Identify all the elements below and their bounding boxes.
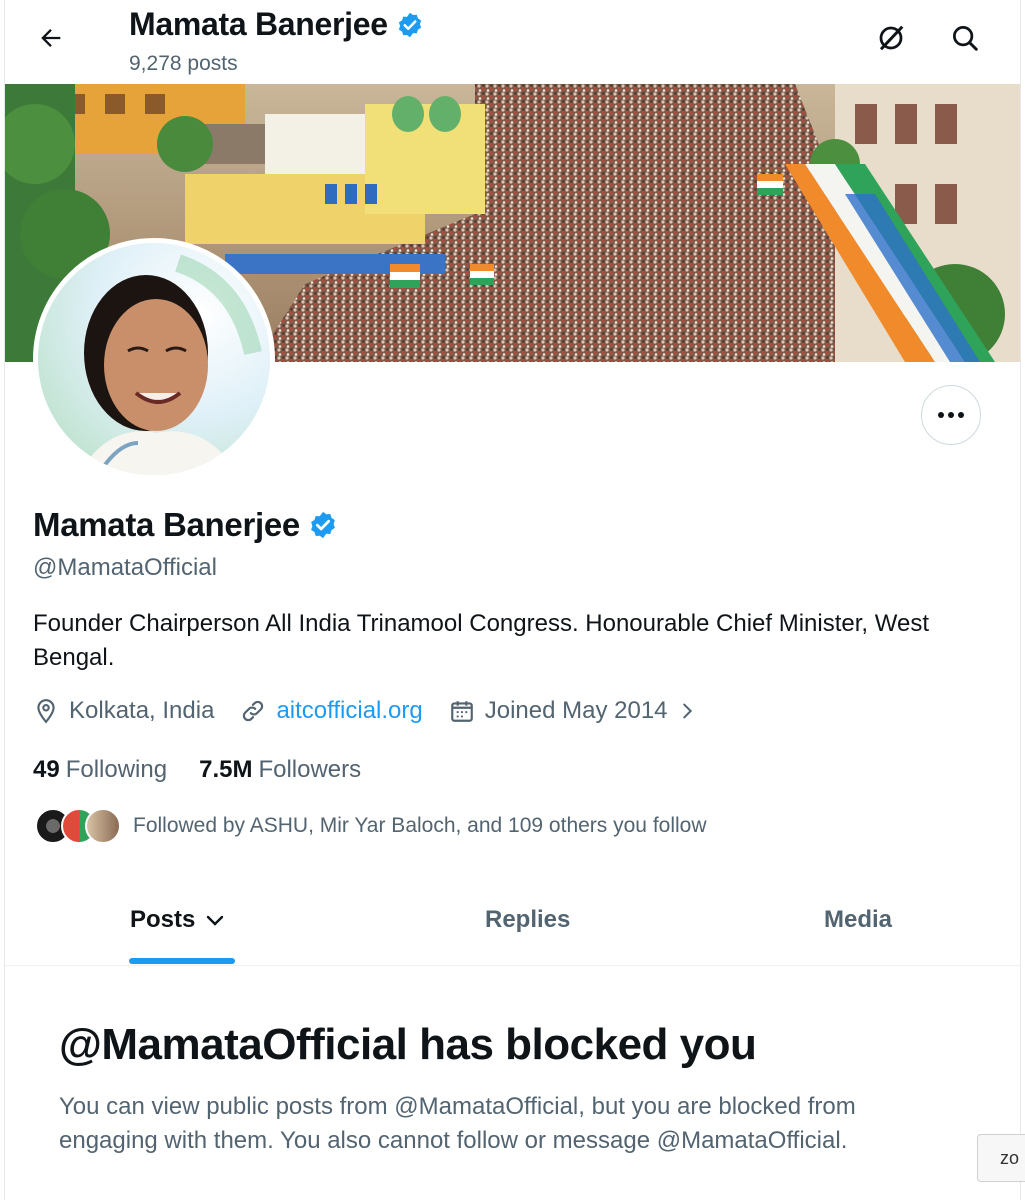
website[interactable]: aitcofficial.org bbox=[240, 697, 423, 725]
calendar-icon bbox=[450, 701, 473, 722]
profile-tabs: Posts Replies Media bbox=[5, 884, 1020, 966]
location-pin-icon bbox=[37, 699, 55, 724]
back-button[interactable] bbox=[31, 18, 71, 58]
verified-badge-icon[interactable] bbox=[308, 510, 338, 540]
followers-count: 7.5M bbox=[199, 756, 253, 783]
profile-page: Mamata Banerjee 9,278 posts Mamata Baner… bbox=[4, 0, 1021, 1200]
followed-by-text: Followed by ASHU, Mir Yar Baloch, and 10… bbox=[133, 814, 707, 837]
blocked-message: You can view public posts from @MamataOf… bbox=[59, 1093, 856, 1154]
verified-badge-icon bbox=[398, 12, 421, 37]
profile-name-text: Mamata Banerjee bbox=[33, 506, 300, 543]
active-tab-indicator bbox=[129, 958, 235, 964]
location: Kolkata, India bbox=[33, 697, 214, 725]
profile-avatar[interactable] bbox=[33, 238, 275, 480]
joined-date[interactable]: Joined May 2014 bbox=[449, 697, 698, 725]
avatar bbox=[85, 808, 121, 844]
arrow-left-icon bbox=[41, 29, 61, 47]
tab-media[interactable]: Media bbox=[824, 906, 892, 934]
following-label: Following bbox=[65, 756, 168, 783]
tab-posts[interactable]: Posts bbox=[130, 906, 227, 934]
profile-bio: Founder Chairperson All India Trinamool … bbox=[33, 610, 929, 671]
followed-by-avatars bbox=[33, 806, 133, 846]
chevron-down-icon bbox=[207, 915, 224, 926]
tab-media-label: Media bbox=[824, 906, 893, 933]
followers-label: Followers bbox=[258, 756, 362, 783]
website-link[interactable]: aitcofficial.org bbox=[276, 697, 422, 725]
blocked-title: @MamataOfficial has blocked you bbox=[59, 1020, 757, 1069]
more-horizontal-icon bbox=[938, 412, 964, 418]
more-options-button[interactable] bbox=[921, 385, 981, 445]
follow-counts: 49 Following 7.5M Followers bbox=[33, 756, 393, 784]
header-name: Mamata Banerjee bbox=[129, 6, 388, 42]
tab-posts-label: Posts bbox=[130, 906, 196, 933]
header-post-count: 9,278 posts bbox=[129, 52, 238, 75]
zoom-control[interactable]: zo bbox=[977, 1134, 1025, 1182]
following-link[interactable]: 49 Following bbox=[33, 756, 167, 784]
chevron-right-icon bbox=[682, 703, 692, 719]
profile-handle: @MamataOfficial bbox=[33, 554, 217, 581]
joined-text: Joined May 2014 bbox=[484, 697, 668, 724]
profile-meta: Kolkata, India aitcofficial.org Joined M… bbox=[33, 697, 724, 725]
profile-name: Mamata Banerjee bbox=[33, 506, 338, 544]
grok-button[interactable] bbox=[871, 18, 911, 58]
search-icon bbox=[953, 26, 978, 51]
header-title: Mamata Banerjee bbox=[129, 6, 424, 43]
tab-replies-label: Replies bbox=[485, 906, 571, 933]
tab-replies[interactable]: Replies bbox=[485, 906, 570, 934]
top-header: Mamata Banerjee 9,278 posts bbox=[5, 0, 1020, 84]
link-icon bbox=[243, 700, 264, 722]
grok-icon bbox=[879, 25, 904, 51]
location-text: Kolkata, India bbox=[69, 697, 215, 724]
followers-link[interactable]: 7.5M Followers bbox=[199, 756, 361, 784]
following-count: 49 bbox=[33, 756, 60, 783]
search-button[interactable] bbox=[945, 18, 985, 58]
followed-by[interactable]: Followed by ASHU, Mir Yar Baloch, and 10… bbox=[33, 806, 707, 846]
